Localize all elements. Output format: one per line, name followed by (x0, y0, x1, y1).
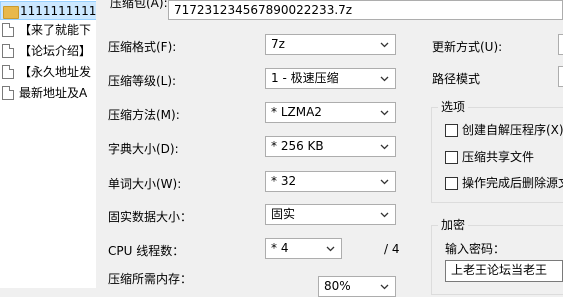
file-name: 【来了就能下 (19, 23, 92, 37)
list-item[interactable]: 【永久地址发 (0, 63, 96, 82)
checkbox-box[interactable] (445, 124, 458, 137)
checkbox-box[interactable] (445, 151, 458, 164)
method-label: 压缩方法(M): (108, 108, 180, 122)
file-name: 最新地址及A (19, 86, 88, 100)
cpu-threads-value: * 4 (271, 241, 289, 255)
path-mode-select[interactable] (558, 66, 563, 87)
memory-usage-label: 压缩所需内存： (108, 272, 193, 286)
folder-icon (3, 6, 19, 19)
checkbox-box[interactable] (445, 177, 458, 190)
document-icon (2, 44, 14, 58)
compress-shared-checkbox[interactable]: 压缩共享文件 (445, 150, 563, 166)
chevron-down-icon (326, 246, 335, 252)
list-item[interactable]: 最新地址及A (0, 84, 96, 103)
format-value: 7z (271, 37, 285, 51)
password-field[interactable]: 上老王论坛当老王 (445, 260, 563, 282)
chevron-down-icon (380, 42, 389, 48)
method-value: * LZMA2 (271, 105, 322, 119)
level-select[interactable]: 1 - 极速压缩 (265, 68, 396, 89)
chevron-down-icon (380, 212, 389, 218)
solid-block-value: 固实 (271, 207, 296, 221)
chevron-down-icon (380, 179, 389, 185)
list-item[interactable]: 【来了就能下 (0, 21, 96, 40)
word-size-label: 单词大小(W): (108, 177, 182, 191)
format-select[interactable]: 7z (265, 34, 396, 55)
word-size-value: * 32 (271, 174, 297, 188)
memory-usage-value: 80% (324, 279, 351, 293)
file-name: 【论坛介绍】 (19, 44, 92, 58)
create-sfx-label: 创建自解压程序(X) (462, 123, 563, 137)
chevron-down-icon (380, 76, 389, 82)
list-item[interactable]: 1111111111 (0, 1, 97, 20)
word-size-select[interactable]: * 32 (265, 171, 396, 192)
method-select[interactable]: * LZMA2 (265, 102, 396, 123)
document-icon (2, 65, 14, 79)
password-label: 输入密码： (445, 242, 506, 256)
dictionary-select[interactable]: * 256 KB (265, 136, 396, 157)
chevron-down-icon (380, 110, 389, 116)
cpu-threads-total: / 4 (384, 242, 400, 256)
document-icon (2, 86, 14, 100)
solid-block-label: 固实数据大小： (108, 210, 193, 224)
archive-name-value: 717231234567890022233.7z (174, 3, 353, 17)
password-value: 上老王论坛当老王 (451, 263, 548, 277)
archive-label: 压缩包(A): (110, 0, 168, 10)
dictionary-label: 字典大小(D): (108, 142, 179, 156)
add-to-archive-dialog: 压缩包(A): 717231234567890022233.7z 压缩格式(F)… (96, 0, 563, 297)
file-name: 【永久地址发 (19, 65, 92, 79)
archive-name-field[interactable]: 717231234567890022233.7z (168, 0, 563, 20)
update-mode-select[interactable] (558, 34, 563, 55)
format-label: 压缩格式(F): (108, 40, 177, 54)
path-mode-label: 路径模式 (432, 72, 481, 86)
chevron-down-icon (380, 284, 389, 290)
dictionary-value: * 256 KB (271, 139, 324, 153)
memory-usage-select[interactable]: 80% (318, 276, 396, 297)
cpu-threads-label: CPU 线程数： (108, 244, 185, 258)
encryption-group-title: 加密 (438, 218, 469, 232)
cpu-threads-select[interactable]: * 4 (265, 238, 342, 259)
solid-block-select[interactable]: 固实 (265, 204, 396, 225)
update-mode-label: 更新方式(U): (432, 40, 503, 54)
level-label: 压缩等级(L): (108, 74, 177, 88)
delete-after-checkbox[interactable]: 操作完成后删除源文 (445, 176, 563, 192)
chevron-down-icon (380, 144, 389, 150)
file-explorer-list: 1111111111 【来了就能下 【论坛介绍】 【永久地址发 最新地址及A (0, 0, 97, 288)
create-sfx-checkbox[interactable]: 创建自解压程序(X) (445, 123, 563, 139)
document-icon (2, 23, 14, 37)
options-group-title: 选项 (438, 100, 469, 114)
level-value: 1 - 极速压缩 (271, 71, 339, 85)
file-name: 1111111111 (20, 4, 97, 18)
delete-after-label: 操作完成后删除源文 (462, 176, 563, 190)
list-item[interactable]: 【论坛介绍】 (0, 42, 96, 61)
compress-shared-label: 压缩共享文件 (462, 150, 535, 164)
